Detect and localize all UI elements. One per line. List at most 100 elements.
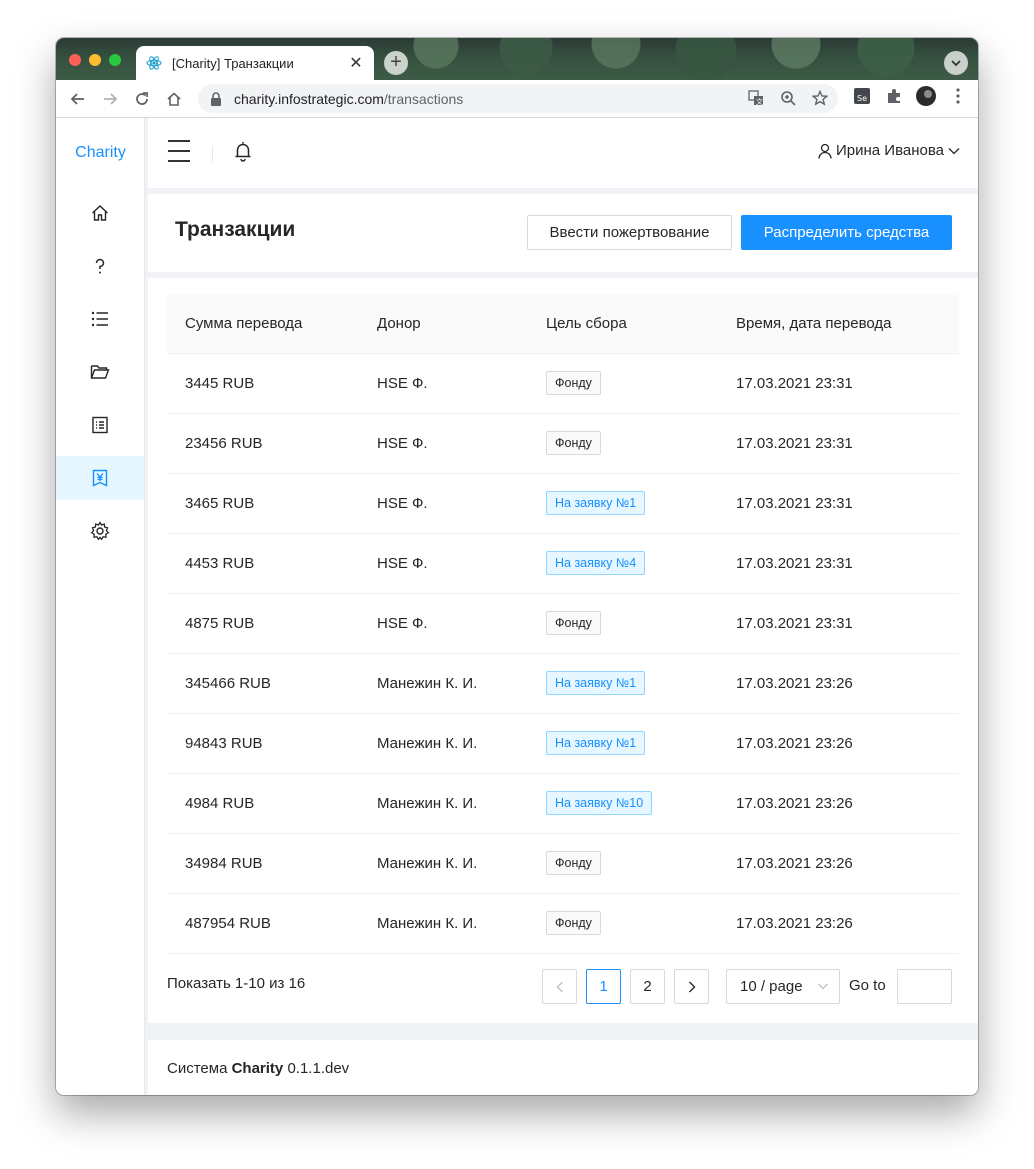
- distribute-funds-button[interactable]: Распределить средства: [741, 215, 952, 250]
- page-button-2[interactable]: 2: [630, 969, 665, 1004]
- selenium-extension-icon[interactable]: Se: [852, 86, 872, 106]
- cell-goal: Фонду: [528, 833, 718, 894]
- kebab-menu-icon[interactable]: [948, 86, 968, 106]
- sidebar-item-transactions[interactable]: [56, 456, 144, 500]
- sidebar-item-documents[interactable]: [56, 403, 144, 447]
- folder-icon: [90, 365, 110, 379]
- prev-page-button[interactable]: [542, 969, 577, 1004]
- browser-tab[interactable]: [Charity] Транзакции ✕: [136, 46, 374, 80]
- goal-tag: Фонду: [546, 611, 601, 635]
- cell-goal: На заявку №1: [528, 653, 718, 714]
- sidebar-item-list[interactable]: [56, 297, 144, 341]
- page-size-select[interactable]: 10 / page: [726, 969, 840, 1004]
- sidebar-item-folder[interactable]: [56, 350, 144, 394]
- chevron-left-icon: [556, 981, 563, 992]
- next-page-button[interactable]: [674, 969, 709, 1004]
- cell-goal: Фонду: [528, 593, 718, 654]
- cell-amount: 4453 RUB: [167, 533, 359, 594]
- zoom-icon[interactable]: [778, 88, 798, 108]
- user-menu[interactable]: Ирина Иванова: [818, 142, 960, 159]
- app: Charity Ирина Иванова Транзакции Ввести …: [56, 118, 978, 1095]
- close-window-button[interactable]: [69, 54, 81, 66]
- cell-time: 17.03.2021 23:31: [718, 473, 959, 534]
- home-icon: [92, 205, 108, 221]
- translate-icon[interactable]: 文: [746, 88, 766, 108]
- cell-amount: 3465 RUB: [167, 473, 359, 534]
- table-row[interactable]: 345466 RUB Манежин К. И. На заявку №1 17.03…: [167, 653, 959, 714]
- enter-donation-button[interactable]: Ввести пожертвование: [527, 215, 732, 250]
- goal-tag: На заявку №1: [546, 731, 646, 755]
- logo[interactable]: Charity: [56, 144, 145, 162]
- chevron-down-icon: [818, 983, 828, 990]
- cell-amount: 94843 RUB: [167, 713, 359, 774]
- goto-page-input[interactable]: [897, 969, 952, 1004]
- svg-text:文: 文: [756, 97, 763, 106]
- sidebar-item-help[interactable]: [56, 244, 144, 288]
- list-icon: [91, 311, 108, 327]
- transactions-table: Сумма перевода Донор Цель сбора Время, д…: [167, 295, 959, 954]
- tab-title: [Charity] Транзакции: [172, 55, 294, 71]
- table-row[interactable]: 4453 RUB HSE Ф. На заявку №4 17.03.2021 23:…: [167, 533, 959, 594]
- sidebar-item-settings[interactable]: [56, 509, 144, 553]
- profile-avatar-icon[interactable]: [916, 86, 936, 106]
- sidebar-item-home[interactable]: [56, 191, 144, 235]
- cell-time: 17.03.2021 23:26: [718, 653, 959, 714]
- bell-icon[interactable]: [234, 140, 252, 167]
- goal-tag: На заявку №1: [546, 491, 646, 515]
- sidebar: Charity: [56, 118, 145, 1095]
- cell-amount: 4984 RUB: [167, 773, 359, 834]
- footer: Система Charity 0.1.1.dev: [148, 1040, 978, 1095]
- title-bar: [Charity] Транзакции ✕ +: [56, 38, 978, 80]
- money-icon: [92, 469, 108, 487]
- cell-goal: На заявку №1: [528, 713, 718, 774]
- table-row[interactable]: 94843 RUB Манежин К. И. На заявку №1 17.03.…: [167, 713, 959, 774]
- goal-tag: Фонду: [546, 431, 601, 455]
- reload-button[interactable]: [126, 83, 158, 115]
- cell-goal: На заявку №1: [528, 473, 718, 534]
- back-button[interactable]: [62, 83, 94, 115]
- page-button-1[interactable]: 1: [586, 969, 621, 1004]
- column-header-time: Время, дата перевода: [718, 295, 959, 354]
- minimize-window-button[interactable]: [89, 54, 101, 66]
- footer-brand: Charity: [231, 1060, 284, 1077]
- maximize-window-button[interactable]: [109, 54, 121, 66]
- menu-toggle-icon[interactable]: [168, 140, 190, 162]
- table-row[interactable]: 487954 RUB Манежин К. И. Фонду 17.03.2021 2…: [167, 893, 959, 954]
- chevron-down-icon: [948, 147, 960, 154]
- transactions-panel: Сумма перевода Донор Цель сбора Время, д…: [148, 278, 978, 1023]
- page-size-value: 10 / page: [740, 978, 803, 995]
- star-icon[interactable]: [810, 88, 830, 108]
- tab-close-icon[interactable]: ✕: [348, 53, 364, 73]
- cell-goal: На заявку №4: [528, 533, 718, 594]
- goal-tag: На заявку №4: [546, 551, 646, 575]
- cell-amount: 34984 RUB: [167, 833, 359, 894]
- cell-goal: Фонду: [528, 413, 718, 474]
- table-row[interactable]: 3445 RUB HSE Ф. Фонду 17.03.2021 23:31: [167, 353, 959, 414]
- cell-donor: HSE Ф.: [359, 533, 528, 594]
- react-icon: [146, 55, 162, 71]
- page-title: Транзакции: [175, 218, 296, 241]
- table-row[interactable]: 4984 RUB Манежин К. И. На заявку №10 17.03.…: [167, 773, 959, 834]
- tab-search-button[interactable]: [944, 51, 968, 75]
- house-icon: [167, 91, 181, 106]
- table-row[interactable]: 34984 RUB Манежин К. И. Фонду 17.03.2021 23…: [167, 833, 959, 894]
- new-tab-button[interactable]: +: [384, 51, 408, 75]
- goal-tag: Фонду: [546, 911, 601, 935]
- user-icon: [818, 143, 832, 159]
- address-bar[interactable]: charity.infostrategic.com/transactions 文: [198, 84, 838, 113]
- cell-time: 17.03.2021 23:31: [718, 533, 959, 594]
- puzzle-icon[interactable]: [884, 86, 904, 106]
- table-row[interactable]: 23456 RUB HSE Ф. Фонду 17.03.2021 23:31: [167, 413, 959, 474]
- cell-donor: HSE Ф.: [359, 353, 528, 414]
- chevron-down-icon: [951, 60, 961, 67]
- cell-goal: Фонду: [528, 893, 718, 954]
- column-header-goal: Цель сбора: [528, 295, 718, 354]
- svg-text:Se: Se: [857, 94, 867, 103]
- footer-prefix: Система: [167, 1060, 228, 1077]
- home-button[interactable]: [158, 83, 190, 115]
- cell-amount: 345466 RUB: [167, 653, 359, 714]
- table-row[interactable]: 3465 RUB HSE Ф. На заявку №1 17.03.2021 23:…: [167, 473, 959, 534]
- cell-time: 17.03.2021 23:26: [718, 773, 959, 834]
- forward-button[interactable]: [94, 83, 126, 115]
- table-row[interactable]: 4875 RUB HSE Ф. Фонду 17.03.2021 23:31: [167, 593, 959, 654]
